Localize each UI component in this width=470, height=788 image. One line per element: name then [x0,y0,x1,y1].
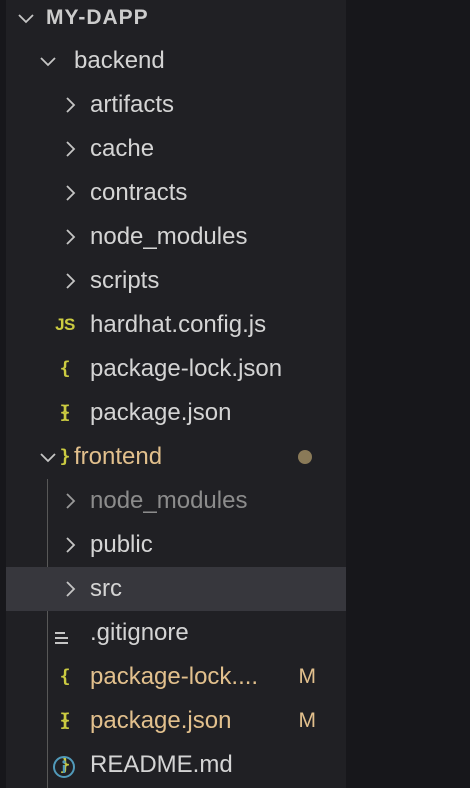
editor-area [346,0,470,788]
root-folder-label: MY-DAPP [46,6,149,29]
folder-scripts-label: scripts [90,267,160,294]
json-file-icon: { } [59,402,71,467]
folder-artifacts-label: artifacts [90,91,175,118]
js-file-icon: JS [55,315,75,334]
chevron-right-icon [60,579,80,599]
file-package-json-backend[interactable]: { } package.json [6,391,346,467]
chevron-down-icon [16,8,36,28]
folder-node-modules-frontend[interactable]: node_modules [6,479,346,523]
chevron-right-icon [60,491,80,511]
folder-cache-label: cache [90,135,155,162]
json-file-icon: { } [59,666,71,731]
file-gitignore-label: .gitignore [90,619,189,646]
folder-artifacts[interactable]: artifacts [6,83,346,127]
file-package-lock-label: package-lock.... [90,663,259,690]
file-hardhat-config-label: hardhat.config.js [90,311,267,338]
json-file-icon: { } [59,710,71,775]
folder-node-modules-label: node_modules [90,223,248,250]
file-gitignore[interactable]: .gitignore [6,611,346,655]
file-readme-label: README.md [90,751,233,778]
folder-contracts[interactable]: contracts [6,171,346,215]
file-package-lock-frontend[interactable]: { } package-lock.... M [6,655,346,731]
chevron-right-icon [60,535,80,555]
root-folder-my-dapp[interactable]: MY-DAPP [6,0,346,40]
file-package-json-label: package.json [90,399,232,426]
chevron-right-icon [60,95,80,115]
git-status-modified-badge: M [298,709,317,732]
folder-cache[interactable]: cache [6,127,346,171]
folder-src-label: src [90,575,122,602]
chevron-right-icon [60,271,80,291]
folder-public[interactable]: public [6,523,346,567]
folder-node-modules-backend[interactable]: node_modules [6,215,346,259]
json-file-icon: { } [59,358,71,423]
file-explorer: MY-DAPP backend artifacts cache contract… [6,0,346,788]
chevron-right-icon [60,183,80,203]
git-status-modified-badge: M [298,665,317,688]
file-hardhat-config[interactable]: JS hardhat.config.js [6,303,346,347]
folder-contracts-label: contracts [90,179,188,206]
file-package-lock-backend[interactable]: { } package-lock.json [6,347,346,423]
modified-dot-indicator [298,450,312,464]
folder-src[interactable]: src [6,567,346,611]
chevron-right-icon [60,139,80,159]
file-readme[interactable]: README.md [6,743,346,787]
file-package-json-frontend[interactable]: { } package.json M [6,699,346,775]
folder-backend-label: backend [74,47,165,74]
chevron-down-icon [38,447,58,467]
lines-file-icon [52,623,72,644]
folder-scripts[interactable]: scripts [6,259,346,303]
info-icon [52,753,76,778]
folder-backend[interactable]: backend [6,39,346,83]
folder-frontend-label: frontend [74,443,163,470]
chevron-right-icon [60,227,80,247]
folder-public-label: public [90,531,153,558]
chevron-down-icon [38,51,58,71]
file-package-lock-label: package-lock.json [90,355,283,382]
folder-frontend[interactable]: frontend [6,435,346,479]
file-package-json-label: package.json [90,707,232,734]
folder-node-modules-label: node_modules [90,487,248,514]
